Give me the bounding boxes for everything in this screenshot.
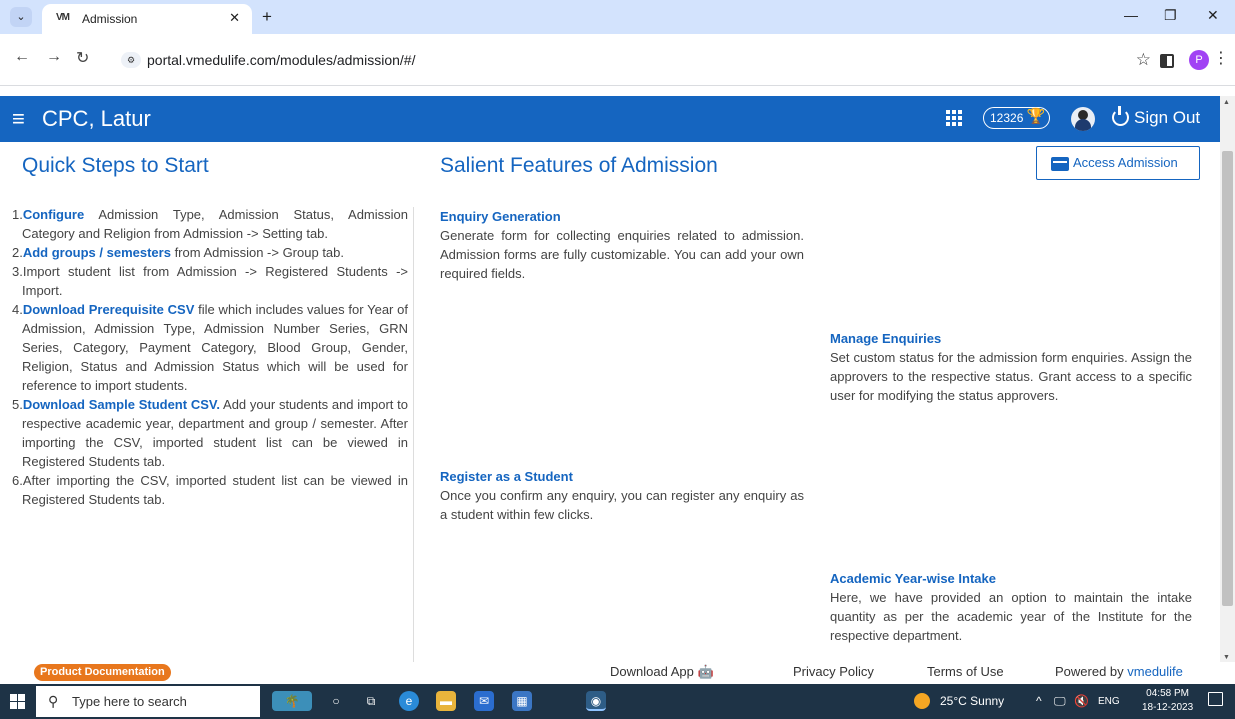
clock-date: 18-12-2023 <box>1142 702 1194 713</box>
feature-title: Academic Year-wise Intake <box>830 571 996 586</box>
feature-text: Here, we have provided an option to main… <box>830 590 1192 643</box>
list-item: 4.Download Prerequisite CSV file which i… <box>12 302 409 393</box>
search-icon: ⚲ <box>48 693 59 709</box>
sign-out-label: Sign Out <box>1134 108 1201 127</box>
side-panel-icon[interactable] <box>1160 54 1174 68</box>
quick-steps-title: Quick Steps to Start <box>22 154 209 177</box>
volume-muted-icon[interactable]: 🔇 <box>1074 694 1089 708</box>
access-admission-label: Access Admission <box>1073 155 1178 170</box>
scrollbar-thumb[interactable] <box>1222 151 1233 606</box>
browser-toolbar: ← → ↻ ⚙ portal.vmedulife.com/modules/adm… <box>0 34 1235 86</box>
vmedulife-link[interactable]: vmedulife <box>1127 664 1183 679</box>
access-admission-button[interactable]: Access Admission <box>1036 146 1200 180</box>
edge-icon[interactable]: e <box>399 691 419 711</box>
notification-icon[interactable] <box>1208 692 1223 706</box>
profile-avatar[interactable]: P <box>1189 50 1209 70</box>
restore-icon[interactable]: ❐ <box>1164 7 1177 24</box>
download-sample-student-csv-link[interactable]: Download Sample Student CSV. <box>23 397 220 412</box>
chrome-icon[interactable]: ◉ <box>586 691 606 711</box>
tab-search-button[interactable]: ⌄ <box>10 7 32 27</box>
list-item: 2.Add groups / semesters from Admission … <box>12 245 344 260</box>
feature-text: Set custom status for the admission form… <box>830 350 1192 403</box>
sign-out-button[interactable]: Sign Out <box>1112 106 1201 128</box>
windows-start-icon[interactable] <box>10 694 25 709</box>
browser-menu-icon[interactable]: ⋮ <box>1213 48 1229 68</box>
mail-icon[interactable]: ✉ <box>474 691 494 711</box>
weather-sun-icon[interactable] <box>914 693 930 709</box>
page-scrollbar[interactable]: ▲ ▼ <box>1220 96 1235 666</box>
feature-text: Generate form for collecting enquiries r… <box>440 228 804 281</box>
vm-favicon-icon: VM <box>56 12 70 23</box>
url-text[interactable]: portal.vmedulife.com/modules/admission/#… <box>147 52 415 68</box>
tab-title: Admission <box>82 12 138 26</box>
windows-taskbar: ⚲ Type here to search 🌴 ○ ⧉ e ▬ ✉ ▦ ◉ 25… <box>0 684 1235 719</box>
browser-tab-admission[interactable]: VM Admission ✕ <box>42 4 252 34</box>
minimize-icon[interactable]: — <box>1124 7 1138 23</box>
quick-steps-list: 1.Configure Admission Type, Admission St… <box>12 205 408 509</box>
close-window-icon[interactable]: ✕ <box>1207 7 1219 24</box>
feature-manage-enquiries: Manage Enquiries Set custom status for t… <box>830 329 1192 405</box>
list-item: 3.Import student list from Admission -> … <box>12 264 408 298</box>
list-item: 5.Download Sample Student CSV. Add your … <box>12 397 408 469</box>
feature-title: Manage Enquiries <box>830 331 942 346</box>
reload-icon[interactable]: ↻ <box>76 48 89 68</box>
list-item: 1.Configure Admission Type, Admission St… <box>12 207 408 241</box>
clock[interactable]: 04:58 PM 18-12-2023 <box>1142 687 1193 715</box>
feature-academic-intake: Academic Year-wise Intake Here, we have … <box>830 569 1192 645</box>
download-app-link[interactable]: Download App 🤖 <box>610 664 714 680</box>
task-view-icon[interactable]: ⧉ <box>361 691 381 711</box>
user-avatar[interactable] <box>1071 107 1095 131</box>
new-tab-button[interactable]: + <box>262 7 272 27</box>
beach-search-highlight-icon[interactable]: 🌴 <box>272 691 312 711</box>
privacy-policy-link[interactable]: Privacy Policy <box>793 664 874 679</box>
feature-register-student: Register as a Student Once you confirm a… <box>440 467 804 524</box>
address-bar[interactable]: ⚙ portal.vmedulife.com/modules/admission… <box>107 43 1151 77</box>
page-footer: Product Documentation Download App 🤖 Pri… <box>0 662 1235 684</box>
store-icon[interactable]: ▦ <box>512 691 532 711</box>
close-tab-icon[interactable]: ✕ <box>229 10 240 26</box>
add-groups-link[interactable]: Add groups / semesters <box>23 245 171 260</box>
column-divider <box>413 207 414 662</box>
scroll-up-icon[interactable]: ▲ <box>1223 99 1230 106</box>
site-info-icon[interactable]: ⚙ <box>121 52 141 68</box>
tray-chevron-icon[interactable]: ^ <box>1036 694 1042 708</box>
taskbar-search-box[interactable]: ⚲ Type here to search <box>36 686 260 717</box>
weather-text[interactable]: 25°C Sunny <box>940 694 1004 708</box>
file-explorer-icon[interactable]: ▬ <box>436 691 456 711</box>
quick-steps-section: Quick Steps to Start 1.Configure Admissi… <box>12 142 408 509</box>
terms-link[interactable]: Terms of Use <box>927 664 1004 679</box>
network-icon[interactable]: 🖵 <box>1054 694 1066 709</box>
configure-link[interactable]: Configure <box>23 207 84 222</box>
android-icon[interactable]: 🤖 <box>697 664 713 679</box>
feature-text: Once you confirm any enquiry, you can re… <box>440 488 804 522</box>
apps-grid-icon[interactable] <box>946 110 962 126</box>
card-icon <box>1051 157 1069 171</box>
features-title: Salient Features of Admission <box>440 154 718 177</box>
list-item: 6.After importing the CSV, imported stud… <box>12 473 408 507</box>
hamburger-menu-icon[interactable]: ≡ <box>12 106 25 132</box>
app-header: ≡ CPC, Latur 12326 🏆 Sign Out <box>0 96 1220 142</box>
product-documentation-button[interactable]: Product Documentation <box>34 664 171 681</box>
bookmark-star-icon[interactable]: ☆ <box>1136 50 1151 70</box>
scroll-down-icon[interactable]: ▼ <box>1223 654 1230 661</box>
powered-by: Powered by vmedulife <box>1055 664 1183 679</box>
back-icon[interactable]: ← <box>14 48 30 66</box>
browser-tab-strip: ⌄ VM Admission ✕ + — ❐ ✕ <box>0 0 1235 34</box>
download-prerequisite-csv-link[interactable]: Download Prerequisite CSV <box>23 302 195 317</box>
trophy-icon: 🏆 <box>1026 108 1046 125</box>
power-icon <box>1112 106 1129 126</box>
cortana-icon[interactable]: ○ <box>326 691 346 711</box>
feature-title: Enquiry Generation <box>440 209 561 224</box>
institute-name: CPC, Latur <box>42 106 151 131</box>
points-value: 12326 <box>990 111 1024 125</box>
points-badge[interactable]: 12326 🏆 <box>983 107 1051 129</box>
search-placeholder: Type here to search <box>72 694 187 709</box>
clock-time: 04:58 PM <box>1146 688 1189 699</box>
forward-icon[interactable]: → <box>46 48 62 66</box>
language-indicator[interactable]: ENG <box>1098 696 1120 707</box>
feature-title: Register as a Student <box>440 469 573 484</box>
feature-enquiry-generation: Enquiry Generation Generate form for col… <box>440 207 804 283</box>
